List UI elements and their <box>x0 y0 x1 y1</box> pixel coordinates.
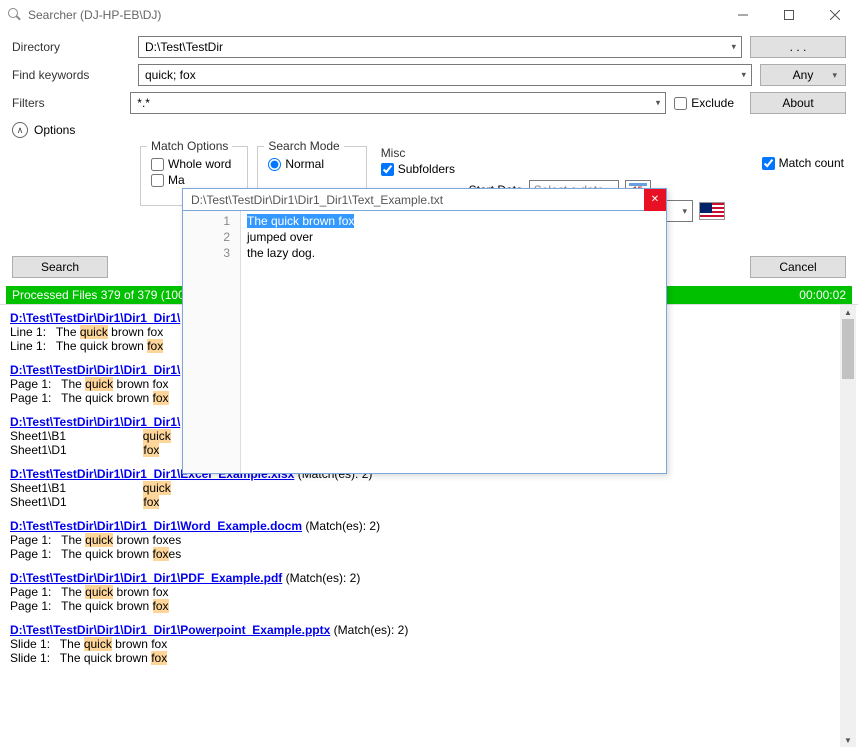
highlight: quick <box>84 637 112 651</box>
results-scrollbar[interactable]: ▲ ▼ <box>840 305 856 747</box>
match-options-legend: Match Options <box>147 139 232 153</box>
options-label: Options <box>34 123 75 137</box>
highlight: quick <box>80 325 108 339</box>
highlight: fox <box>143 443 159 457</box>
result-line: Slide 1: The quick brown fox <box>10 651 836 665</box>
highlight: fox <box>147 339 163 353</box>
preview-gutter: 123 <box>183 211 241 473</box>
preview-title: D:\Test\TestDir\Dir1\Dir1_Dir1\Text_Exam… <box>183 189 666 211</box>
highlight: fox <box>153 391 169 405</box>
progress-time: 00:00:02 <box>799 288 846 302</box>
misc-legend: Misc <box>381 146 651 160</box>
search-mode-legend: Search Mode <box>264 139 343 153</box>
close-button[interactable] <box>812 1 858 29</box>
search-form: Directory D:\Test\TestDir ▾ . . . Find k… <box>0 30 858 138</box>
chevron-down-icon: ▾ <box>731 42 736 53</box>
filters-value: *.* <box>137 96 659 110</box>
whole-word-checkbox[interactable]: Whole word <box>151 157 237 171</box>
result-block: D:\Test\TestDir\Dir1\Dir1_Dir1\Powerpoin… <box>10 623 836 665</box>
scroll-up-icon[interactable]: ▲ <box>840 305 856 319</box>
result-line: Page 1: The quick brown foxes <box>10 533 836 547</box>
options-toggle[interactable]: ∧ Options <box>12 120 846 138</box>
chevron-down-icon: ▾ <box>682 206 687 217</box>
uk-flag-icon <box>699 202 725 220</box>
result-block: D:\Test\TestDir\Dir1\Dir1_Dir1\PDF_Examp… <box>10 571 836 613</box>
result-block: D:\Test\TestDir\Dir1\Dir1_Dir1\Word_Exam… <box>10 519 836 561</box>
match-case-checkbox[interactable]: Ma <box>151 173 237 187</box>
preview-body: 123 The quick brown foxjumped overthe la… <box>183 211 666 473</box>
progress-text: Processed Files 379 of 379 (100 % <box>12 288 199 302</box>
result-line: Page 1: The quick brown fox <box>10 585 836 599</box>
normal-radio[interactable]: Normal <box>268 157 356 171</box>
keywords-value: quick; fox <box>145 68 745 82</box>
result-file-link[interactable]: D:\Test\TestDir\Dir1\Dir1_Dir1\Word_Exam… <box>10 519 302 533</box>
result-file-link[interactable]: D:\Test\TestDir\Dir1\Dir1_Dir1\Powerpoin… <box>10 623 330 637</box>
directory-combo[interactable]: D:\Test\TestDir ▾ <box>138 36 742 58</box>
app-icon <box>8 8 22 22</box>
highlight: fox <box>153 599 169 613</box>
about-button[interactable]: About <box>750 92 846 114</box>
match-count-container: Match count <box>762 156 844 170</box>
result-line: Page 1: The quick brown fox <box>10 599 836 613</box>
highlight: fox <box>143 495 159 509</box>
result-file-link[interactable]: D:\Test\TestDir\Dir1\Dir1_Dir1\ <box>10 415 180 429</box>
cancel-button[interactable]: Cancel <box>750 256 846 278</box>
exclude-label: Exclude <box>691 96 734 110</box>
result-line: Slide 1: The quick brown fox <box>10 637 836 651</box>
chevron-down-icon: ▾ <box>656 98 661 109</box>
result-line: Sheet1\B1 quick <box>10 481 836 495</box>
window-title: Searcher (DJ-HP-EB\DJ) <box>28 8 161 22</box>
subfolders-checkbox[interactable]: Subfolders <box>381 162 651 176</box>
highlight: quick <box>143 481 171 495</box>
highlight: quick <box>85 377 113 391</box>
highlight: quick <box>85 533 113 547</box>
result-file-link[interactable]: D:\Test\TestDir\Dir1\Dir1_Dir1\PDF_Examp… <box>10 571 282 585</box>
keywords-label: Find keywords <box>12 68 130 82</box>
match-count-text: (Match(es): 2) <box>330 623 408 637</box>
browse-button[interactable]: . . . <box>750 36 846 58</box>
any-button[interactable]: Any▾ <box>760 64 846 86</box>
highlight: fox <box>151 651 167 665</box>
match-count-text: (Match(es): 2) <box>302 519 380 533</box>
maximize-button[interactable] <box>766 1 812 29</box>
highlight: quick <box>85 585 113 599</box>
scrollbar-thumb[interactable] <box>842 319 854 379</box>
preview-content[interactable]: The quick brown foxjumped overthe lazy d… <box>241 211 666 473</box>
collapse-icon: ∧ <box>12 122 28 138</box>
preview-popup: D:\Test\TestDir\Dir1\Dir1_Dir1\Text_Exam… <box>182 188 667 474</box>
chevron-down-icon: ▾ <box>741 70 746 81</box>
directory-label: Directory <box>12 40 130 54</box>
highlight: quick <box>143 429 171 443</box>
result-line: Page 1: The quick brown foxes <box>10 547 836 561</box>
match-count-checkbox[interactable]: Match count <box>762 156 844 170</box>
result-file-link[interactable]: D:\Test\TestDir\Dir1\Dir1_Dir1\ <box>10 311 180 325</box>
highlight: fox <box>153 547 169 561</box>
match-count-text: (Match(es): 2) <box>282 571 360 585</box>
search-button[interactable]: Search <box>12 256 108 278</box>
keywords-combo[interactable]: quick; fox ▾ <box>138 64 752 86</box>
minimize-button[interactable] <box>720 1 766 29</box>
filters-label: Filters <box>12 96 122 110</box>
exclude-checkbox-input[interactable] <box>674 97 687 110</box>
result-file-link[interactable]: D:\Test\TestDir\Dir1\Dir1_Dir1\ <box>10 363 180 377</box>
filters-combo[interactable]: *.* ▾ <box>130 92 666 114</box>
exclude-checkbox[interactable]: Exclude <box>674 96 734 110</box>
result-line: Sheet1\D1 fox <box>10 495 836 509</box>
chevron-down-icon: ▾ <box>832 70 837 81</box>
scroll-down-icon[interactable]: ▼ <box>840 733 856 747</box>
preview-close-button[interactable]: ✕ <box>644 189 666 211</box>
titlebar: Searcher (DJ-HP-EB\DJ) <box>0 0 858 30</box>
directory-value: D:\Test\TestDir <box>145 40 735 54</box>
window-buttons <box>720 1 858 29</box>
